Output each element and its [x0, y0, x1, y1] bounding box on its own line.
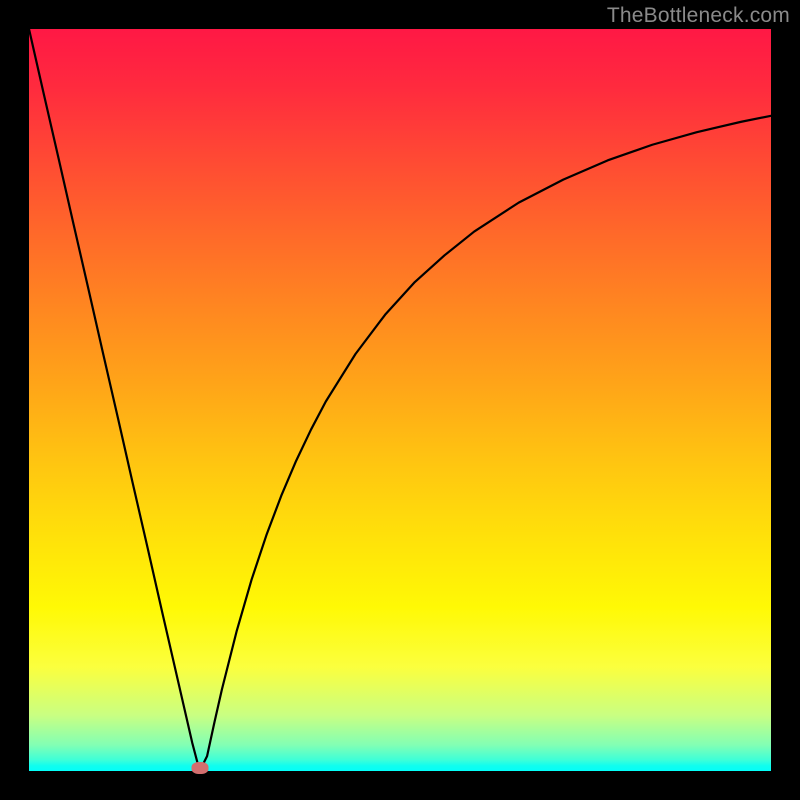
curve-path [29, 29, 771, 771]
chart-frame: TheBottleneck.com [0, 0, 800, 800]
watermark-text: TheBottleneck.com [607, 4, 790, 28]
bottleneck-curve [29, 29, 771, 771]
plot-area [29, 29, 771, 771]
minimum-marker [191, 762, 208, 774]
